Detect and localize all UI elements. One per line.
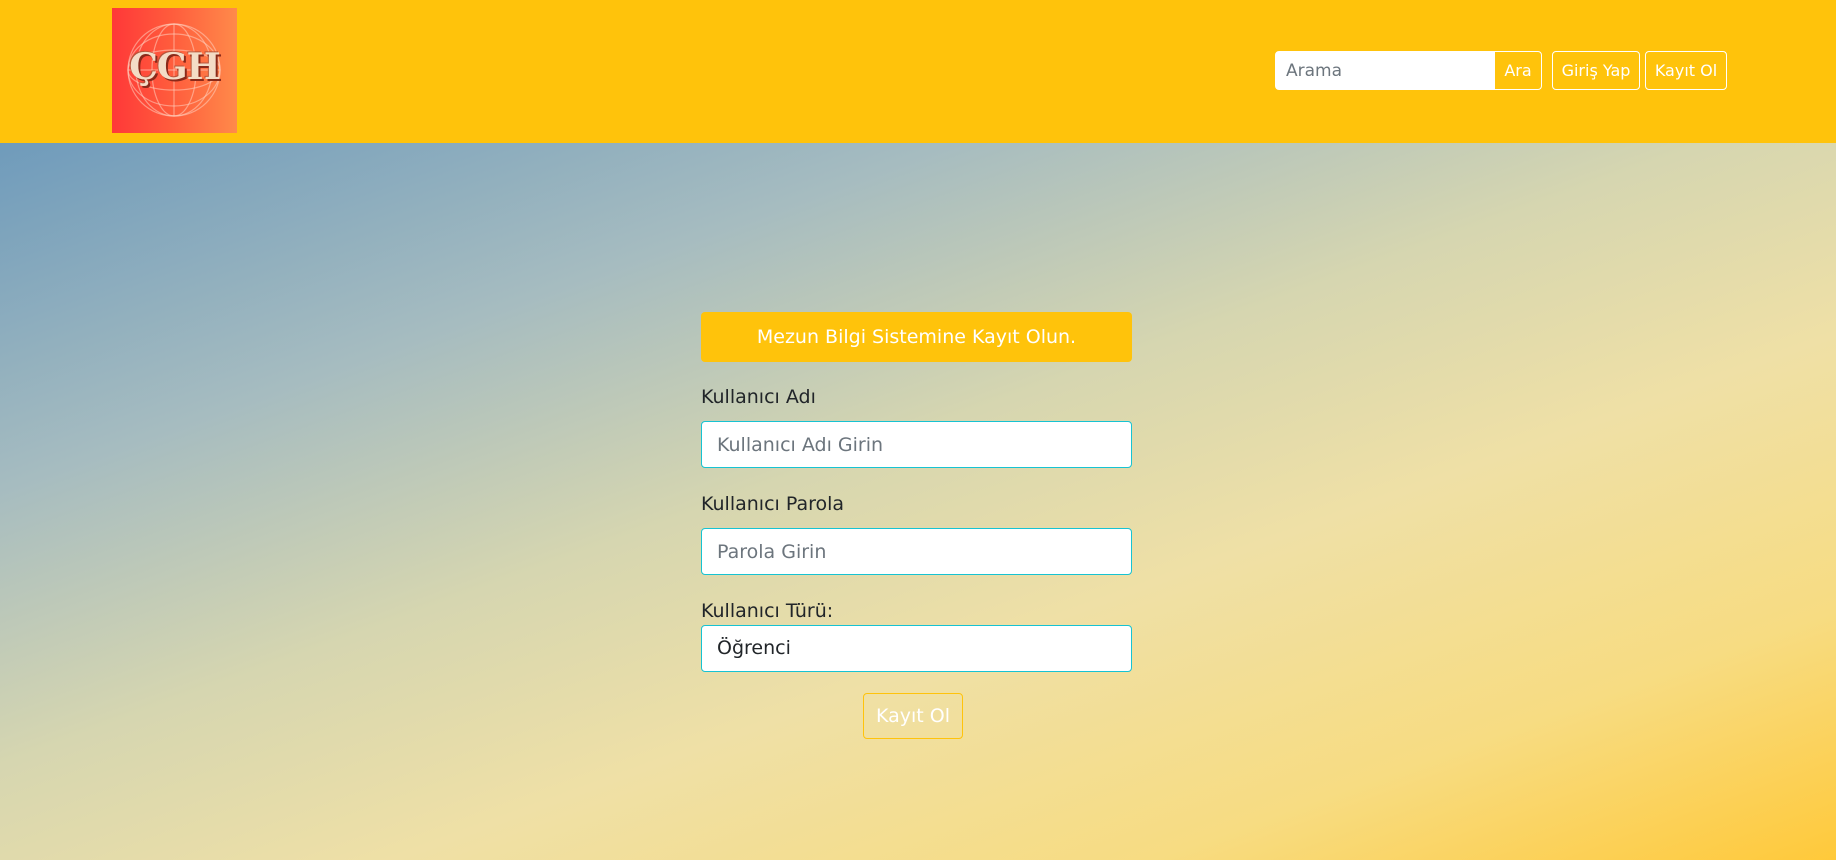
username-label: Kullanıcı Adı xyxy=(701,386,816,408)
login-button[interactable]: Giriş Yap xyxy=(1552,51,1640,90)
logo-text: ÇGH xyxy=(129,46,220,88)
form-title: Mezun Bilgi Sistemine Kayıt Olun. xyxy=(701,312,1132,362)
search-button[interactable]: Ara xyxy=(1494,51,1542,90)
top-navbar: ÇGH Ara Giriş Yap Kayıt Ol xyxy=(0,0,1836,143)
password-field[interactable] xyxy=(701,528,1132,575)
hero-background xyxy=(0,143,1836,860)
search-input[interactable] xyxy=(1275,51,1494,90)
user-type-select[interactable]: Öğrenci xyxy=(701,625,1132,672)
password-label: Kullanıcı Parola xyxy=(701,493,845,515)
user-type-label: Kullanıcı Türü: xyxy=(701,600,834,622)
site-logo[interactable]: ÇGH xyxy=(112,8,237,133)
register-submit-button[interactable]: Kayıt Ol xyxy=(863,693,963,739)
username-field[interactable] xyxy=(701,421,1132,468)
register-nav-button[interactable]: Kayıt Ol xyxy=(1645,51,1727,90)
